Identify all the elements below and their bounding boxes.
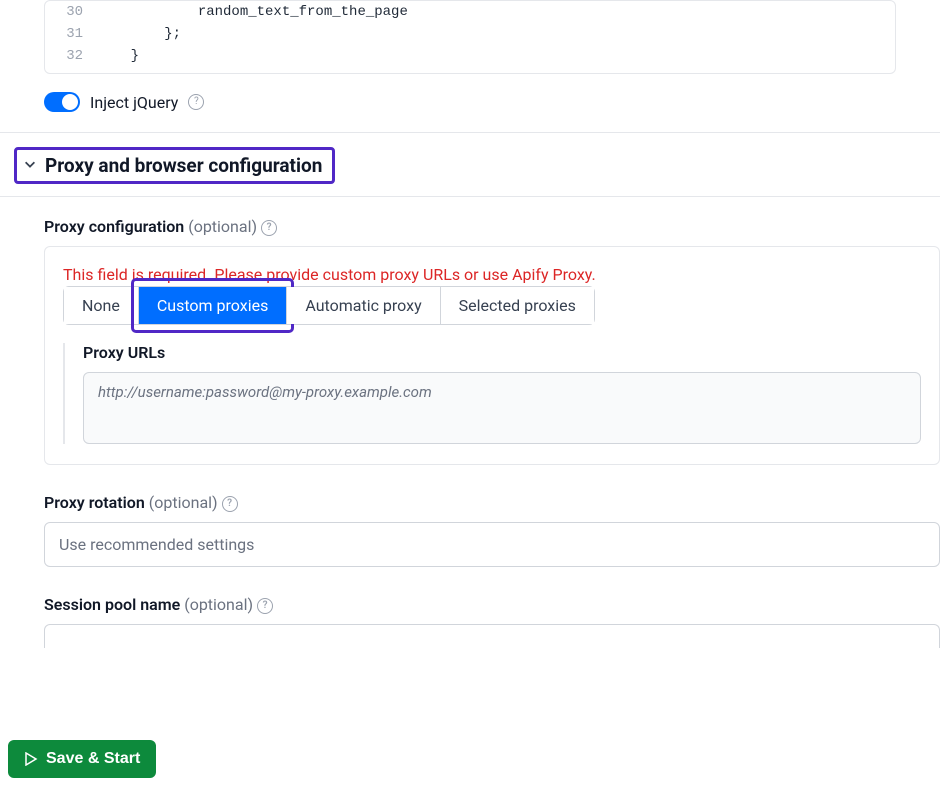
code-editor[interactable]: 30 random_text_from_the_page 31 }; 32 } xyxy=(44,0,896,74)
session-pool-input[interactable] xyxy=(44,624,940,648)
help-icon[interactable]: ? xyxy=(257,598,273,614)
code-text: }; xyxy=(97,23,181,45)
session-pool-label: Session pool name (optional) ? xyxy=(44,595,940,614)
line-number: 31 xyxy=(45,23,97,45)
tab-selected-proxies[interactable]: Selected proxies xyxy=(441,287,594,324)
help-icon[interactable]: ? xyxy=(188,94,204,110)
proxy-urls-label: Proxy URLs xyxy=(83,343,921,362)
proxy-error-text: This field is required. Please provide c… xyxy=(63,265,921,284)
inject-jquery-label: Inject jQuery xyxy=(90,93,178,112)
proxy-rotation-label: Proxy rotation (optional) ? xyxy=(44,493,940,512)
inject-jquery-row: Inject jQuery ? xyxy=(0,88,940,132)
chevron-down-icon xyxy=(23,157,37,174)
proxy-config-card: This field is required. Please provide c… xyxy=(44,246,940,465)
tab-none[interactable]: None xyxy=(64,287,139,324)
proxy-tab-group: None Custom proxies Automatic proxy Sele… xyxy=(63,286,595,325)
line-number: 32 xyxy=(45,45,97,67)
help-icon[interactable]: ? xyxy=(261,220,277,236)
proxy-rotation-select[interactable]: Use recommended settings xyxy=(44,522,940,567)
tab-automatic-proxy[interactable]: Automatic proxy xyxy=(287,287,440,324)
line-number: 30 xyxy=(45,1,97,23)
tab-custom-proxies[interactable]: Custom proxies xyxy=(139,287,287,324)
save-and-start-button[interactable]: Save & Start xyxy=(8,740,156,778)
code-line: 30 random_text_from_the_page xyxy=(45,1,895,23)
proxy-urls-panel: Proxy URLs http://username:password@my-p… xyxy=(63,343,921,444)
help-icon[interactable]: ? xyxy=(222,496,238,512)
section-title: Proxy and browser configuration xyxy=(45,154,322,177)
proxy-urls-input[interactable]: http://username:password@my-proxy.exampl… xyxy=(83,372,921,444)
code-text: } xyxy=(97,45,139,67)
code-text: random_text_from_the_page xyxy=(97,1,408,23)
inject-jquery-toggle[interactable] xyxy=(44,92,80,112)
proxy-config-label: Proxy configuration (optional) ? xyxy=(44,217,940,236)
code-line: 31 }; xyxy=(45,23,895,45)
section-header-proxy[interactable]: Proxy and browser configuration xyxy=(14,147,335,184)
play-icon xyxy=(24,752,38,766)
code-line: 32 } xyxy=(45,45,895,67)
save-button-label: Save & Start xyxy=(46,750,140,768)
